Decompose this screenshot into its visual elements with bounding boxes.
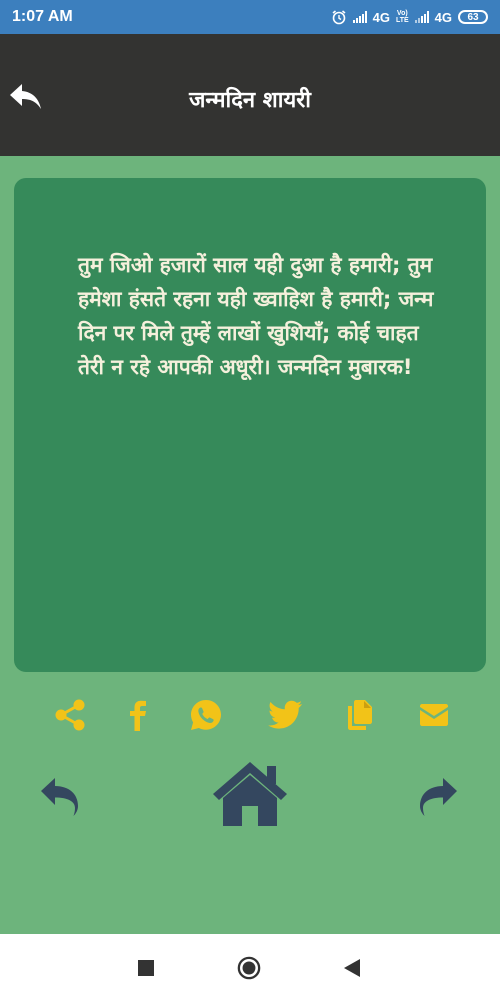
facebook-icon (130, 700, 146, 731)
facebook-button[interactable] (118, 695, 158, 735)
copy-button[interactable] (340, 695, 380, 735)
battery-icon: 63 (458, 10, 488, 24)
whatsapp-button[interactable] (186, 695, 226, 735)
alarm-icon (332, 10, 346, 25)
recents-button[interactable] (134, 956, 158, 980)
home-button[interactable] (211, 760, 289, 828)
system-nav-bar (0, 934, 500, 1000)
status-time: 1:07 AM (12, 8, 73, 25)
system-back-button[interactable] (340, 956, 364, 980)
recents-icon (138, 960, 154, 976)
copy-icon (348, 700, 372, 730)
back-triangle-icon (344, 959, 360, 977)
next-button[interactable] (414, 775, 460, 819)
signal-icon-2 (414, 11, 429, 23)
volte-badge: Vo) LTE (395, 10, 409, 24)
system-home-button[interactable] (237, 956, 261, 980)
status-icons: 4G Vo) LTE 4G 63 (331, 9, 488, 25)
status-bar: 1:07 AM 4G Vo) LTE 4G 63 (0, 0, 500, 34)
share-button[interactable] (50, 695, 90, 735)
network-type-2: 4G (434, 9, 452, 25)
share-icon (55, 699, 85, 731)
home-icon (213, 762, 287, 826)
email-icon (420, 704, 448, 726)
shayari-card: तुम जिओ हजारों साल यही दुआ है हमारी; तुम… (14, 178, 486, 672)
home-circle-icon (237, 956, 261, 980)
twitter-icon (268, 700, 302, 729)
email-button[interactable] (414, 695, 454, 735)
signal-icon-1 (352, 11, 367, 23)
previous-button[interactable] (38, 775, 84, 819)
undo-icon (41, 778, 78, 816)
page-title: जन्मदिन शायरी (189, 88, 311, 113)
network-type-1: 4G (372, 9, 390, 25)
app-bar: जन्मदिन शायरी (0, 34, 500, 156)
whatsapp-icon (191, 700, 221, 730)
share-toolbar (0, 695, 500, 735)
shayari-text: तुम जिओ हजारों साल यही दुआ है हमारी; तुम… (78, 253, 434, 379)
twitter-button[interactable] (266, 695, 306, 735)
redo-icon (420, 778, 457, 816)
